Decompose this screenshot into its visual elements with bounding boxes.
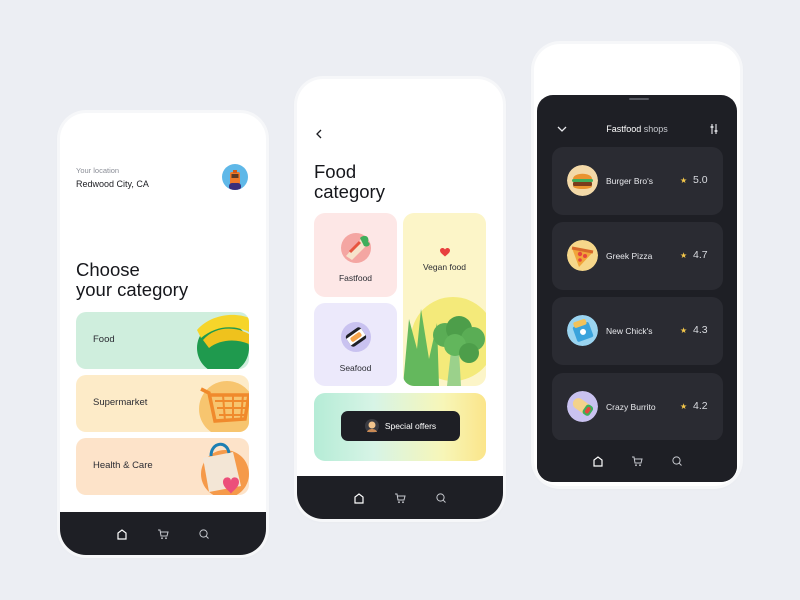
star-icon: ★ [680, 402, 688, 411]
heart-icon [440, 248, 450, 257]
special-offers-label: Special offers [384, 421, 437, 431]
home-icon [354, 492, 364, 504]
broccoli-icon [403, 297, 486, 386]
cart-icon [632, 456, 643, 467]
cart-icon [158, 529, 169, 539]
bottom-nav [297, 476, 503, 519]
category-card-health[interactable]: Health & Care [76, 438, 249, 495]
title-bold: Fastfood [606, 124, 642, 134]
sheet-title: Fastfood shops [537, 124, 737, 134]
filter-icon[interactable] [708, 123, 720, 135]
shops-sheet: Fastfood shops Burger Bro's ★ 5.0 Greek … [537, 95, 737, 482]
nav-cart[interactable] [156, 527, 170, 541]
shop-name: Greek Pizza [606, 251, 653, 261]
shop-name: Burger Bro's [606, 176, 653, 186]
search-icon [199, 528, 209, 539]
category-card-food[interactable]: Food [76, 312, 249, 369]
user-avatar-icon [229, 170, 241, 190]
avatar[interactable] [222, 164, 248, 190]
burrito-icon [567, 391, 598, 422]
title-rest: shops [641, 124, 668, 134]
shop-rating: 4.2 [693, 400, 708, 412]
fastfood-shops-screen: Fastfood shops Burger Bro's ★ 5.0 Greek … [534, 44, 740, 486]
nav-home[interactable] [591, 454, 605, 468]
category-label: Health & Care [93, 460, 153, 471]
shop-rating: 4.7 [693, 249, 708, 261]
category-label: Food [93, 334, 115, 345]
nav-home[interactable] [352, 491, 366, 505]
banana-icon [197, 314, 249, 369]
back-arrow-icon[interactable] [313, 127, 325, 141]
cart-icon [395, 493, 406, 503]
tile-label: Fastfood [338, 273, 373, 283]
bottom-nav [60, 512, 266, 555]
star-icon: ★ [680, 176, 688, 185]
shop-rating: 5.0 [693, 174, 708, 186]
title-line-2: category [314, 181, 385, 202]
nav-search[interactable] [670, 454, 684, 468]
title-line-1: Choose [76, 259, 140, 280]
shop-name: Crazy Burrito [606, 402, 656, 412]
tile-label: Seafood [339, 363, 372, 373]
shop-card[interactable]: Burger Bro's ★ 5.0 [552, 147, 723, 215]
nav-search[interactable] [197, 527, 211, 541]
home-icon [592, 456, 603, 467]
special-offers-banner: Special offers [314, 393, 486, 461]
star-icon: ★ [680, 326, 688, 335]
tile-fastfood[interactable]: Fastfood [314, 213, 397, 297]
pizza-icon [567, 240, 598, 271]
shopping-basket-icon [199, 381, 249, 432]
shop-card[interactable]: Crazy Burrito ★ 4.2 [552, 373, 723, 441]
category-screen: Your location Redwood City, CA Choose yo… [60, 113, 266, 555]
title-line-2: your category [76, 279, 189, 300]
chicken-box-icon [567, 315, 598, 346]
location-label: Your location [76, 166, 120, 175]
burger-icon [567, 165, 598, 196]
tile-seafood[interactable]: Seafood [314, 303, 397, 386]
nav-search[interactable] [434, 491, 448, 505]
page-title: Choose your category [76, 260, 188, 300]
home-icon [117, 528, 127, 540]
shop-rating: 4.3 [693, 324, 708, 336]
shop-name: New Chick's [606, 326, 653, 336]
shop-card[interactable]: Greek Pizza ★ 4.7 [552, 222, 723, 290]
nav-cart[interactable] [630, 454, 644, 468]
search-icon [436, 492, 446, 503]
sushi-icon [341, 322, 371, 352]
category-label: Supermarket [93, 397, 148, 408]
page-title: Food category [314, 162, 385, 202]
category-card-supermarket[interactable]: Supermarket [76, 375, 249, 432]
nav-cart[interactable] [393, 491, 407, 505]
shopping-bag-icon [201, 442, 249, 495]
special-offers-button[interactable]: Special offers [341, 411, 460, 441]
title-line-1: Food [314, 161, 357, 182]
offer-avatar-icon [364, 419, 379, 433]
wrap-icon [341, 233, 371, 263]
bottom-nav [537, 440, 737, 482]
star-icon: ★ [680, 251, 688, 260]
search-icon [671, 456, 682, 466]
nav-home[interactable] [115, 527, 129, 541]
tile-vegan-food[interactable]: Vegan food [403, 213, 486, 386]
tile-label: Vegan food [422, 262, 466, 272]
location-value[interactable]: Redwood City, CA [76, 179, 149, 189]
food-category-screen: Food category Fastfood Seafood Vegan foo… [297, 79, 503, 519]
shop-card[interactable]: New Chick's ★ 4.3 [552, 297, 723, 365]
sheet-grabber[interactable] [629, 98, 649, 100]
